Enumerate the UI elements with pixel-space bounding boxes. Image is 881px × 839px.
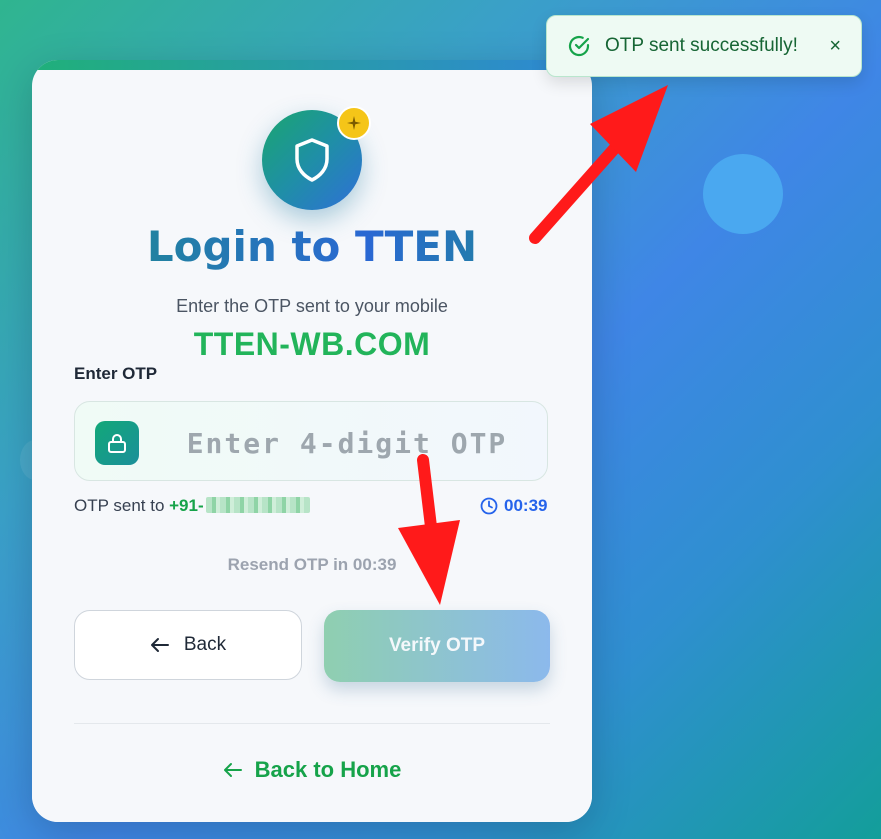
page-subtitle: Enter the OTP sent to your mobile: [176, 296, 448, 316]
otp-timer: 00:39: [480, 496, 547, 516]
watermark-text: TTEN-WB.COM: [193, 326, 431, 362]
background-circle: [703, 154, 783, 234]
check-circle-icon: [568, 35, 590, 57]
otp-input[interactable]: [155, 412, 539, 474]
shield-icon: [295, 138, 329, 182]
lock-icon: [108, 434, 126, 453]
sparkle-badge: [337, 106, 371, 140]
page-title: Login to TTEN: [32, 222, 592, 271]
resend-otp-text: Resend OTP in 00:39: [227, 555, 397, 574]
arrow-left-icon: [223, 763, 242, 777]
otp-field: [74, 401, 548, 481]
close-icon[interactable]: ×: [829, 36, 841, 56]
arrow-left-icon: [150, 638, 169, 652]
login-card: Login to TTEN Enter the OTP sent to your…: [32, 60, 592, 822]
divider: [74, 723, 550, 724]
masked-phone-number: [205, 497, 310, 513]
phone-prefix: +91-: [169, 496, 204, 515]
back-to-home-link[interactable]: Back to Home: [32, 757, 592, 783]
back-button-label: Back: [183, 634, 227, 655]
timer-value: 00:39: [504, 496, 548, 515]
sparkle-icon: [347, 116, 361, 130]
back-to-home-label: Back to Home: [254, 757, 402, 782]
back-button[interactable]: Back: [74, 610, 302, 680]
clock-icon: [480, 497, 498, 515]
verify-button-label: Verify OTP: [388, 635, 486, 656]
success-toast: OTP sent successfully! ×: [546, 15, 862, 77]
card-accent-bar: [32, 60, 592, 70]
otp-sent-info: OTP sent to +91-: [74, 496, 310, 516]
toast-message: OTP sent successfully!: [605, 35, 798, 56]
otp-sent-prefix: OTP sent to: [74, 496, 170, 515]
verify-otp-button[interactable]: Verify OTP: [324, 610, 550, 682]
card-body: Login to TTEN Enter the OTP sent to your…: [32, 70, 592, 822]
otp-label: Enter OTP: [74, 364, 158, 383]
lock-icon-box: [95, 421, 139, 465]
